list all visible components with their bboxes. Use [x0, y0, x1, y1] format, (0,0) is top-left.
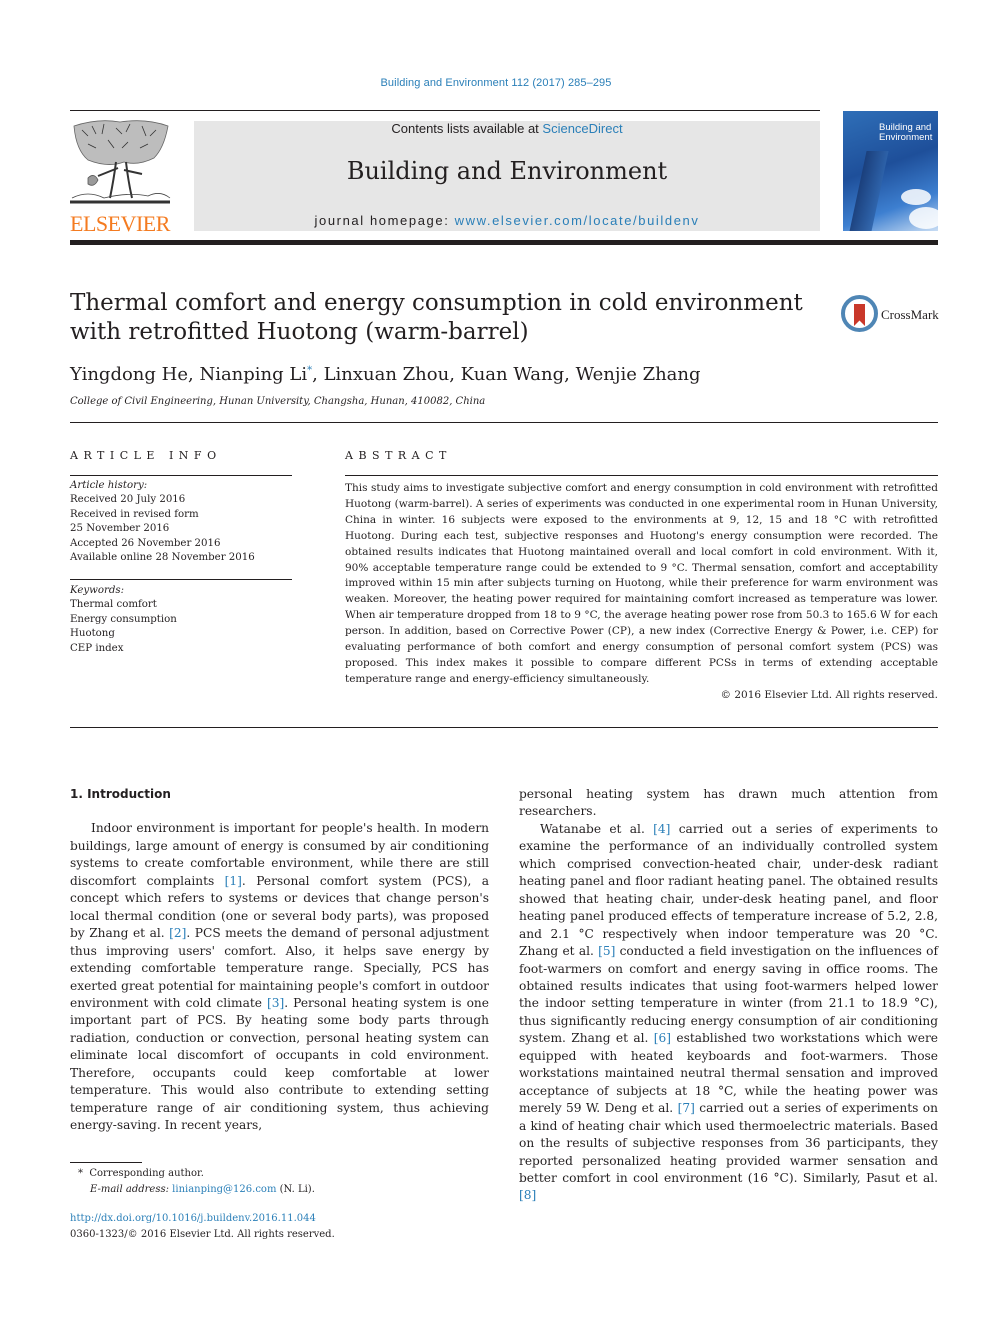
history-item: Available online 28 November 2016 [70, 552, 255, 564]
history-item: Received 20 July 2016 [70, 494, 186, 506]
paragraph: Indoor environment is important for peop… [70, 821, 489, 1133]
author[interactable]: Yingdong He [70, 364, 188, 385]
article-history: Article history: Received 20 July 2016 R… [70, 479, 292, 565]
article-info-heading: ARTICLE INFO [70, 449, 222, 462]
keyword: CEP index [70, 642, 124, 654]
crossmark-label: CrossMark [881, 307, 939, 322]
author-list: Yingdong He, Nianping Li*, Linxuan Zhou,… [70, 364, 701, 385]
paragraph: personal heating system has drawn much a… [519, 787, 938, 819]
divider [345, 475, 938, 476]
email-link[interactable]: linianping@126.com [172, 1184, 276, 1195]
doi-link[interactable]: http://dx.doi.org/10.1016/j.buildenv.201… [70, 1213, 316, 1224]
author[interactable]: Linxuan Zhou [324, 364, 450, 385]
crossmark-button[interactable]: CrossMark [841, 295, 941, 335]
history-item: Accepted 26 November 2016 [70, 537, 221, 549]
elsevier-logo[interactable]: ELSEVIER [68, 118, 172, 236]
cover-cloud [901, 189, 931, 205]
homepage-link[interactable]: www.elsevier.com/locate/buildenv [455, 213, 700, 228]
history-item: 25 November 2016 [70, 523, 170, 535]
keywords: Keywords: Thermal comfort Energy consump… [70, 584, 292, 656]
issn-copyright: 0360-1323/© 2016 Elsevier Ltd. All right… [70, 1228, 335, 1240]
crossmark-ribbon-icon [854, 304, 865, 326]
cover-building-graphic [847, 151, 889, 231]
elsevier-wordmark: ELSEVIER [70, 211, 170, 236]
journal-cover-thumbnail[interactable]: Building and Environment [843, 111, 938, 231]
paragraph: Watanabe et al. [4] carried out a series… [519, 821, 938, 1203]
keyword: Huotong [70, 628, 115, 640]
cover-title: Building and Environment [879, 122, 933, 143]
citation-link[interactable]: [4] [653, 822, 670, 836]
crossmark-icon [841, 295, 878, 332]
homepage-line: journal homepage: www.elsevier.com/locat… [314, 213, 700, 228]
affiliation: College of Civil Engineering, Hunan Univ… [70, 396, 486, 407]
history-item: Received in revised form [70, 508, 199, 520]
abstract-text: This study aims to investigate subjectiv… [345, 482, 938, 685]
divider [70, 579, 292, 580]
journal-banner: Contents lists available at ScienceDirec… [194, 121, 820, 231]
divider [70, 727, 938, 728]
citation-link[interactable]: [6] [654, 1031, 671, 1045]
abstract-heading: ABSTRACT [345, 449, 452, 462]
header-thick-rule [70, 240, 938, 245]
keywords-label: Keywords: [70, 585, 125, 596]
keyword: Thermal comfort [70, 599, 157, 611]
history-label: Article history: [70, 480, 148, 491]
section-heading: 1. Introduction [70, 787, 171, 801]
author[interactable]: Kuan Wang [461, 364, 564, 385]
cover-cloud [909, 207, 938, 229]
corresponding-footnote: * Corresponding author. E-mail address: … [78, 1168, 315, 1195]
footnote-rule [70, 1162, 142, 1163]
citation-link[interactable]: [5] [598, 944, 615, 958]
journal-name: Building and Environment [346, 157, 668, 185]
body-column-left: 1. Introduction Indoor environment is im… [70, 786, 489, 1135]
doi-block: http://dx.doi.org/10.1016/j.buildenv.201… [70, 1211, 335, 1242]
sciencedirect-link[interactable]: ScienceDirect [542, 121, 622, 136]
author[interactable]: Nianping Li [199, 364, 307, 385]
contents-line: Contents lists available at ScienceDirec… [391, 121, 623, 136]
citation-link[interactable]: [8] [519, 1188, 536, 1202]
elsevier-tree-icon [70, 120, 171, 204]
citation-link[interactable]: [3] [267, 996, 284, 1010]
author[interactable]: Wenjie Zhang [576, 364, 701, 385]
paper-title: Thermal comfort and energy consumption i… [70, 290, 803, 345]
citation-link[interactable]: [7] [678, 1101, 695, 1115]
abstract-body: This study aims to investigate subjectiv… [345, 481, 938, 704]
body-column-right: personal heating system has drawn much a… [519, 786, 938, 1205]
citation-link[interactable]: [1] [225, 874, 242, 888]
divider [70, 422, 938, 423]
citation-link[interactable]: [2] [169, 926, 186, 940]
keyword: Energy consumption [70, 613, 177, 625]
header-rule [70, 110, 820, 111]
journal-citation-link[interactable]: Building and Environment 112 (2017) 285–… [0, 77, 992, 89]
divider [70, 475, 292, 476]
abstract-copyright: © 2016 Elsevier Ltd. All rights reserved… [720, 688, 938, 701]
